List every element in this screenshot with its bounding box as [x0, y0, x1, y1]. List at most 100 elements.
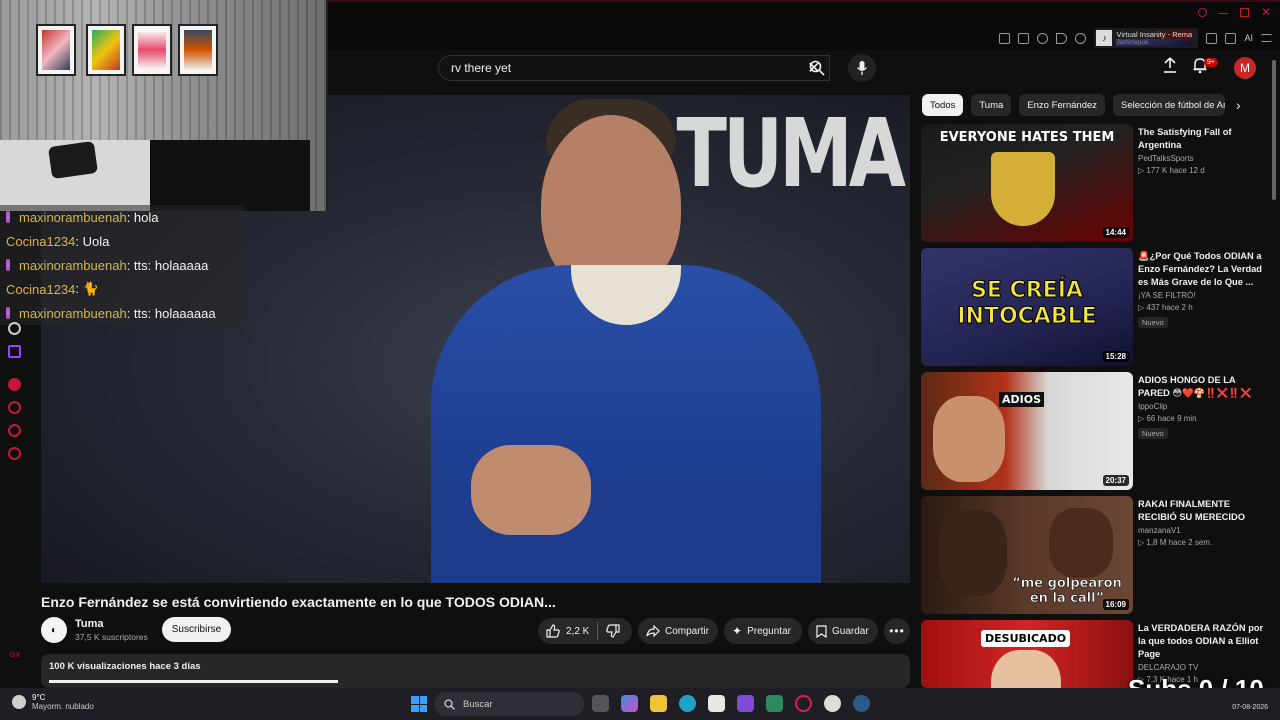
file-explorer-icon[interactable]	[650, 695, 667, 712]
recommendation-title[interactable]: La VERDADERA RAZÓN por la que todos ODIA…	[1138, 622, 1266, 661]
office-icon[interactable]	[621, 695, 638, 712]
recommendation-item[interactable]: ADIOS 20:37 ADIOS HONGO DE LA PARED 😳❤️🍄‼️…	[921, 372, 1261, 490]
maximize-icon[interactable]	[1240, 8, 1249, 17]
dislike-icon[interactable]	[606, 624, 620, 638]
close-window-icon[interactable]: ✕	[1261, 6, 1271, 18]
heart-icon[interactable]	[1075, 32, 1087, 44]
instagram-icon[interactable]	[737, 695, 754, 712]
search-box[interactable]: rv there yet ✕	[438, 55, 830, 81]
ask-label: Preguntar	[747, 625, 791, 637]
save-button[interactable]: Guardar	[808, 618, 878, 644]
video-thumbnail[interactable]: EVERYONE HATES THEM 14:44	[921, 124, 1133, 242]
channel-avatar[interactable]: ◐	[41, 617, 67, 643]
opera-gx-icon[interactable]	[795, 695, 812, 712]
webcam-overlay	[0, 0, 328, 211]
recommendation-title[interactable]: RAKAI FINALMENTE RECIBIÓ SU MERECIDO	[1138, 498, 1266, 524]
task-view-icon[interactable]	[592, 695, 609, 712]
channel-name[interactable]: Tuma	[75, 618, 104, 630]
microphone-icon	[856, 61, 868, 75]
recommendation-title[interactable]: 🚨¿Por Qué Todos ODIAN a Enzo Fernández? …	[1138, 250, 1266, 289]
recommendation-item[interactable]: SE CREÍA INTOCABLE 15:28 🚨¿Por Qué Todos O…	[921, 248, 1262, 366]
chatgpt-icon[interactable]	[8, 322, 21, 335]
chat-message: Cocina1234 : 🐈	[0, 277, 244, 301]
media-player-chip[interactable]: ♪ Virtual Insanity - Rema Jamiroquai	[1094, 28, 1199, 48]
download-icon[interactable]	[1225, 32, 1237, 44]
share-button[interactable]: Compartir	[638, 618, 718, 644]
twitch-icon[interactable]	[8, 345, 21, 358]
taskbar-search[interactable]: Buscar	[434, 692, 584, 716]
weather-icon	[12, 695, 26, 709]
video-duration: 14:44	[1102, 227, 1129, 238]
scrollbar[interactable]	[1272, 60, 1276, 200]
window-controls: ✕	[1198, 6, 1271, 18]
share-label: Compartir	[665, 625, 709, 637]
description-box[interactable]: 100 K visualizaciones hace 3 días	[41, 654, 910, 688]
music-icon[interactable]	[8, 378, 21, 391]
ask-button[interactable]: ✦ Preguntar	[724, 618, 802, 644]
edge-icon[interactable]	[679, 695, 696, 712]
chat-text: : hola	[126, 209, 159, 225]
recommendation-info: RAKAI FINALMENTE RECIBIÓ SU MERECIDO manz…	[1138, 498, 1266, 547]
shield-icon[interactable]	[1037, 32, 1049, 44]
search-window-icon[interactable]	[1198, 8, 1207, 17]
chevron-right-icon[interactable]: ›	[1236, 97, 1241, 113]
browser-sidebar	[8, 322, 21, 460]
video-thumbnail[interactable]: SE CREÍA INTOCABLE 15:28	[921, 248, 1133, 366]
gx-label: GX	[10, 652, 21, 659]
filter-chip[interactable]: Selección de fútbol de Argentina	[1113, 94, 1226, 116]
search-button[interactable]	[798, 55, 836, 81]
recommendation-channel[interactable]: DELCARAJO TV	[1138, 663, 1266, 672]
filter-chip[interactable]: Enzo Fernández	[1019, 94, 1106, 116]
chatgpt-app-icon[interactable]	[824, 695, 841, 712]
terminal-icon[interactable]	[766, 695, 783, 712]
recommendation-stats: ▷ 437 hace 2 h	[1138, 303, 1193, 312]
video-thumbnail[interactable]: DESUBICADO	[921, 620, 1133, 688]
video-duration: 20:37	[1102, 475, 1129, 486]
recommendation-channel[interactable]: ¡YA SE FILTRÓ!	[1138, 291, 1266, 300]
recommendation-channel[interactable]: IppoClip	[1138, 402, 1266, 411]
filter-chip[interactable]: Tuma	[971, 94, 1012, 116]
ai-button[interactable]: AI	[1244, 33, 1253, 43]
settings-icon[interactable]	[8, 447, 21, 460]
history-icon[interactable]	[8, 401, 21, 414]
wall-frame	[86, 24, 126, 76]
recommendation-title[interactable]: The Satisfying Fall of Argentina	[1138, 126, 1266, 152]
snapshot-icon[interactable]	[1018, 32, 1030, 44]
menu-icon[interactable]	[1261, 34, 1272, 42]
chat-text: : Uola	[75, 233, 110, 249]
filter-chip[interactable]: Todos	[922, 94, 964, 116]
start-button[interactable]	[411, 696, 427, 712]
video-thumbnail[interactable]: ADIOS 20:37	[921, 372, 1133, 490]
recommendation-info: 🚨¿Por Qué Todos ODIAN a Enzo Fernández? …	[1138, 250, 1266, 330]
taskbar-date: 07-08-2026	[1232, 704, 1268, 711]
store-icon[interactable]	[708, 695, 725, 712]
steam-icon[interactable]	[853, 695, 870, 712]
player-icon[interactable]	[1056, 32, 1068, 44]
minimize-icon[interactable]	[1219, 8, 1228, 14]
voice-search-button[interactable]	[848, 54, 876, 82]
subscribe-button[interactable]: Suscribirse	[162, 617, 231, 642]
more-actions-button[interactable]: •••	[884, 618, 910, 644]
like-count[interactable]: 2,2 K	[566, 626, 589, 637]
like-icon[interactable]	[546, 624, 560, 638]
wallet-icon[interactable]	[1206, 32, 1218, 44]
weather-widget[interactable]: 9°C Mayorm. nublado	[12, 693, 94, 711]
chat-username: maxinorambuenah	[19, 257, 127, 273]
share-icon	[646, 625, 660, 637]
chat-username: Cocina1234	[6, 233, 76, 249]
video-thumbnail[interactable]: “me golpearon en la call” 16:09	[921, 496, 1133, 614]
recommendation-item[interactable]: EVERYONE HATES THEM 14:44 The Satisfying F…	[921, 124, 1261, 242]
recommendation-channel[interactable]: PedTalksSports	[1138, 154, 1266, 163]
recommendation-title[interactable]: ADIOS HONGO DE LA PARED 😳❤️🍄‼️❌‼️❌	[1138, 374, 1266, 400]
sparkle-icon: ✦	[732, 624, 743, 638]
extensions-icon[interactable]	[8, 424, 21, 437]
recommendation-item[interactable]: “me golpearon en la call” 16:09 RAKAI FINA…	[921, 496, 1261, 614]
create-button[interactable]	[1162, 56, 1178, 79]
recommendation-stats: ▷ 66 hace 9 min	[1138, 414, 1197, 423]
search-input[interactable]: rv there yet	[451, 61, 799, 75]
chat-message: Cocina1234 : Uola	[0, 229, 244, 253]
avatar[interactable]: M	[1234, 57, 1256, 79]
bookmark-icon[interactable]	[999, 32, 1011, 44]
video-duration: 16:09	[1102, 599, 1129, 610]
recommendation-channel[interactable]: manzanaV1	[1138, 526, 1266, 535]
